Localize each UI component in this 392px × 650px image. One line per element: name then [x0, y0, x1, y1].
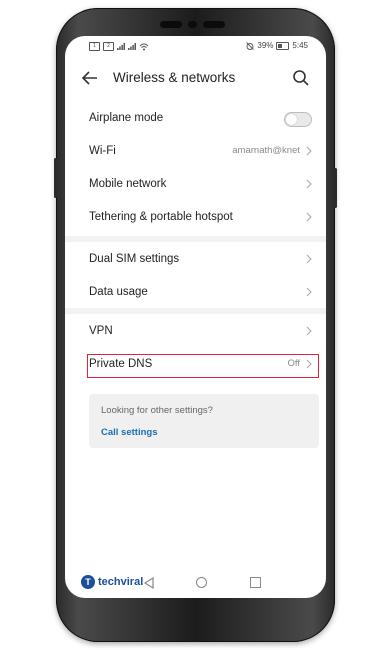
power-button [334, 168, 337, 208]
airplane-mode-toggle[interactable] [284, 112, 312, 127]
wifi-icon [139, 43, 149, 50]
settings-group-privacy: VPN Private DNS Off [65, 314, 326, 380]
call-settings-link[interactable]: Call settings [101, 427, 158, 438]
chevron-right-icon [306, 287, 312, 297]
data-usage-label: Data usage [89, 285, 148, 298]
nav-recents-icon[interactable] [250, 577, 261, 588]
chevron-right-icon [306, 212, 312, 222]
nav-home-icon[interactable] [196, 577, 207, 588]
settings-group-sim: Dual SIM settings Data usage [65, 242, 326, 308]
phone-frame: 1 2 39% 5:45 Wireless & networks Airplan… [54, 8, 337, 642]
tethering-hotspot-row[interactable]: Tethering & portable hotspot [65, 200, 326, 233]
status-left-icons: 1 2 [89, 42, 149, 51]
suggestion-hint: Looking for other settings? [101, 405, 213, 416]
chevron-right-icon [306, 254, 312, 264]
chevron-right-icon [306, 359, 312, 369]
app-bar: Wireless & networks [65, 56, 326, 100]
airplane-mode-row[interactable]: Airplane mode [65, 101, 326, 134]
screen: 1 2 39% 5:45 Wireless & networks Airplan… [65, 36, 326, 598]
suggestion-card: Looking for other settings? Call setting… [89, 394, 319, 448]
status-bar: 1 2 39% 5:45 [65, 36, 326, 56]
wifi-network-value: amarnath@knet [232, 145, 300, 156]
wifi-row[interactable]: Wi-Fi amarnath@knet [65, 134, 326, 167]
techviral-logo-icon: T [81, 575, 95, 589]
vpn-row[interactable]: VPN [65, 314, 326, 347]
private-dns-label: Private DNS [89, 357, 153, 370]
data-usage-row[interactable]: Data usage [65, 275, 326, 308]
page-title: Wireless & networks [113, 70, 236, 85]
techviral-watermark: T techviral [81, 575, 143, 589]
signal-icon [128, 43, 136, 50]
settings-group-network: Airplane mode Wi-Fi amarnath@knet Mobile… [65, 101, 326, 233]
toggle-knob [286, 114, 297, 125]
dual-sim-settings-row[interactable]: Dual SIM settings [65, 242, 326, 275]
sim-2-icon: 2 [103, 42, 114, 51]
signal-icon [117, 43, 125, 50]
private-dns-row[interactable]: Private DNS Off [65, 347, 326, 380]
alarm-off-icon [246, 41, 255, 50]
volume-button [54, 158, 57, 198]
battery-icon [276, 41, 290, 50]
watermark-text: techviral [98, 576, 144, 588]
chevron-right-icon [306, 326, 312, 336]
chevron-right-icon [306, 146, 312, 156]
navigation-bar: T techviral [65, 568, 326, 598]
mobile-network-label: Mobile network [89, 177, 167, 190]
clock-time: 5:45 [292, 41, 308, 50]
status-right-icons: 39% 5:45 [246, 41, 308, 50]
nav-back-icon[interactable] [143, 577, 155, 589]
private-dns-value: Off [287, 358, 301, 369]
battery-percent: 39% [257, 41, 274, 50]
wifi-label: Wi-Fi [89, 144, 116, 157]
airplane-mode-label: Airplane mode [89, 111, 164, 124]
vpn-label: VPN [89, 324, 113, 337]
search-icon[interactable] [292, 69, 310, 87]
chevron-right-icon [306, 179, 312, 189]
sim-1-icon: 1 [89, 42, 100, 51]
tethering-hotspot-label: Tethering & portable hotspot [89, 210, 233, 223]
back-arrow-icon[interactable] [81, 70, 99, 86]
mobile-network-row[interactable]: Mobile network [65, 167, 326, 200]
sensor-area [56, 21, 335, 29]
dual-sim-settings-label: Dual SIM settings [89, 252, 180, 265]
